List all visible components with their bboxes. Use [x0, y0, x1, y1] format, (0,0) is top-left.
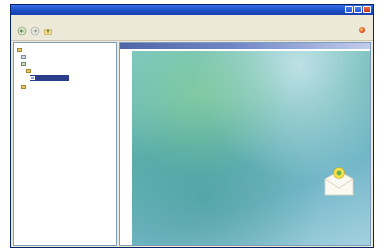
tree-item[interactable] [21, 54, 28, 60]
title-bar[interactable] [11, 5, 373, 15]
toolbar [11, 22, 373, 41]
close-button[interactable] [363, 6, 371, 13]
back-button[interactable] [17, 26, 27, 36]
envelope-icon [322, 159, 356, 199]
forward-button[interactable] [30, 26, 40, 36]
brand-logo-icon [359, 27, 365, 33]
tree-item[interactable] [17, 47, 24, 53]
folder-icon [21, 85, 26, 89]
folder-icon [17, 48, 22, 52]
forward-arrow-icon [30, 26, 40, 36]
up-folder-icon [44, 29, 52, 35]
tree-item[interactable] [21, 61, 28, 67]
caption-buttons [345, 6, 371, 13]
folder-icon [26, 69, 31, 73]
preview-image [132, 51, 370, 245]
folder-tree [13, 42, 117, 246]
folder-icon [30, 76, 35, 80]
preview-header [120, 43, 370, 49]
up-button[interactable] [43, 26, 53, 36]
maximize-button[interactable] [354, 6, 362, 13]
application-window [10, 4, 374, 248]
folder-icon [21, 55, 26, 59]
tree-item[interactable] [21, 84, 28, 90]
minimize-button[interactable] [345, 6, 353, 13]
back-arrow-icon [17, 26, 27, 36]
tree-item[interactable] [26, 68, 33, 74]
preview-pane [119, 42, 371, 246]
tree-item-selected[interactable] [30, 75, 69, 81]
folder-icon [21, 62, 26, 66]
preview-margin [122, 51, 132, 245]
brand-logo [359, 27, 367, 33]
